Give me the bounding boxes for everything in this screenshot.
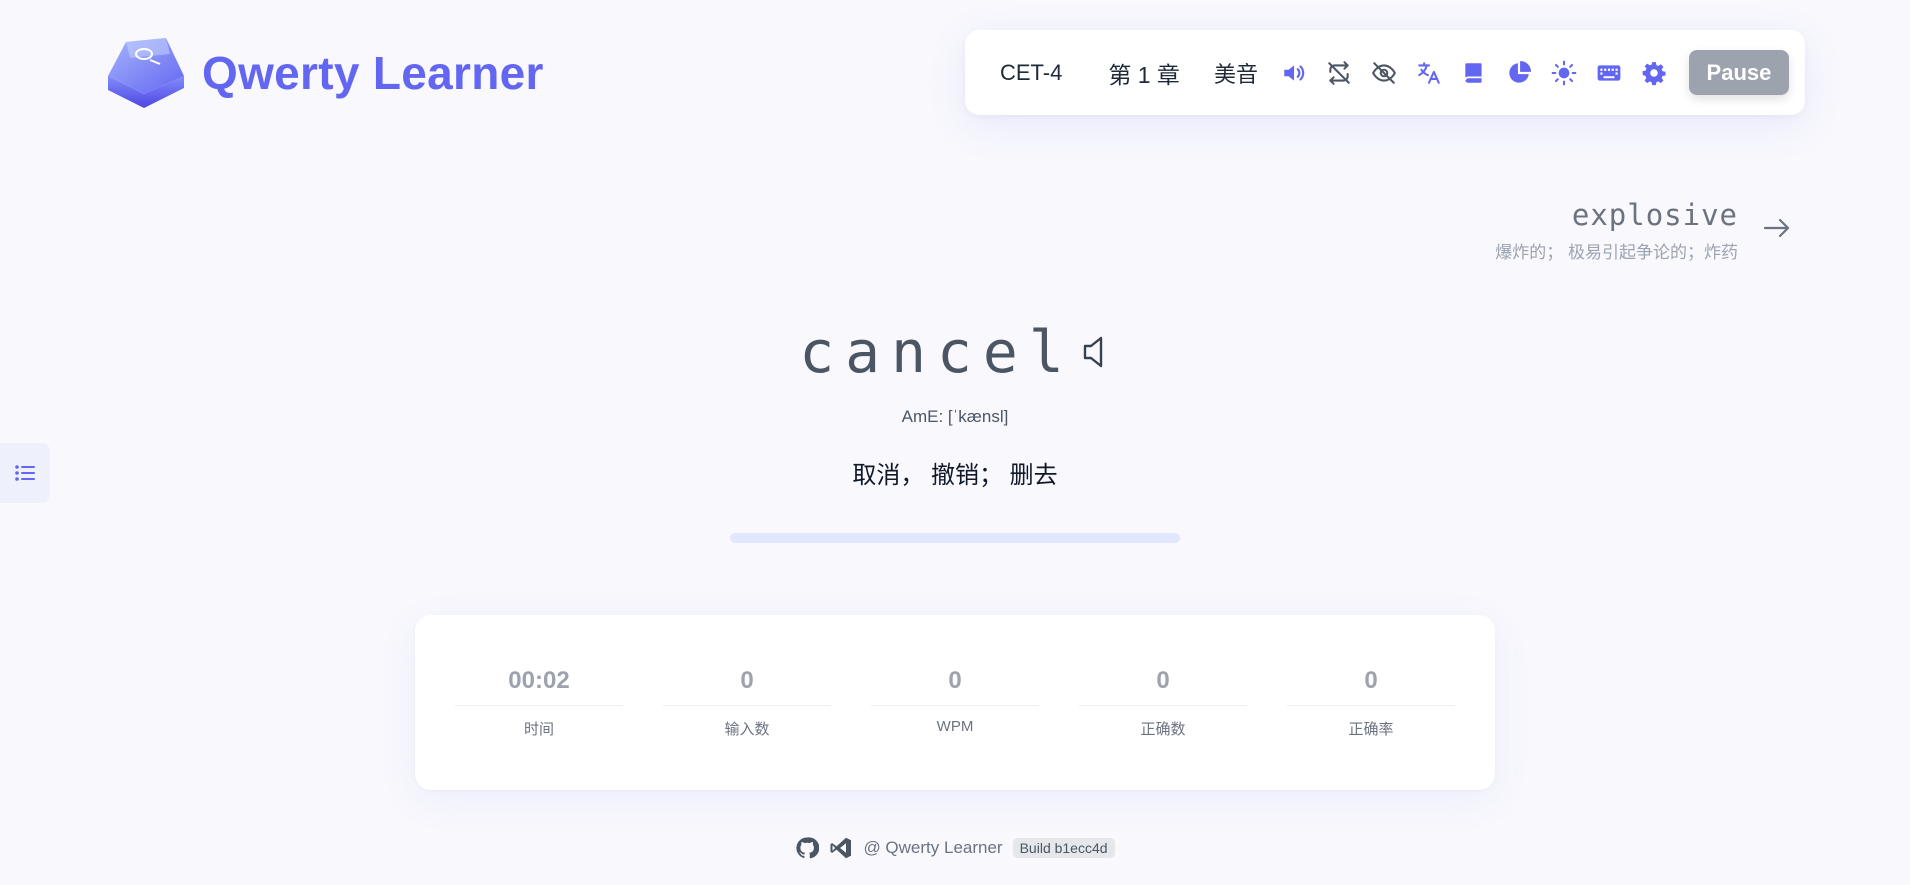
loop-off-icon[interactable] — [1325, 59, 1353, 87]
keyboard-icon[interactable] — [1595, 59, 1623, 87]
stat-label: 正确数 — [1140, 721, 1186, 738]
toolbar: CET-4 第 1 章 美音 Pause — [965, 30, 1805, 115]
sun-icon[interactable] — [1550, 59, 1578, 87]
stats-panel: 00:02 时间 0 输入数 0 WPM 0 正确数 0 正确率 — [415, 615, 1495, 790]
book-icon[interactable] — [1460, 59, 1488, 87]
stat-label: WPM — [936, 718, 974, 735]
volume-icon[interactable] — [1280, 59, 1308, 87]
build-badge: Build b1ecc4d — [1012, 838, 1115, 858]
stat-accuracy: 0 正确率 — [1287, 667, 1455, 790]
stat-correct-count: 0 正确数 — [1079, 667, 1247, 790]
progress-bar — [730, 533, 1180, 543]
current-word-row: cancel — [0, 318, 1910, 386]
stat-time: 00:02 时间 — [455, 667, 623, 790]
footer-credit[interactable]: @ Qwerty Learner — [863, 838, 1002, 858]
dictionary-selector[interactable]: CET-4 — [1000, 60, 1062, 86]
stat-wpm: 0 WPM — [871, 667, 1039, 790]
next-word-text: explosive — [1571, 198, 1738, 232]
keycap-logo-icon — [108, 38, 184, 108]
eye-off-icon[interactable] — [1370, 59, 1398, 87]
footer: @ Qwerty Learner Build b1ecc4d — [0, 836, 1910, 860]
speaker-icon[interactable] — [1079, 332, 1111, 372]
next-word[interactable]: explosive 爆炸的； 极易引起争论的；炸药 — [1495, 198, 1738, 263]
page: Qwerty Learner CET-4 第 1 章 美音 Pause expl… — [0, 0, 1910, 885]
gear-icon[interactable] — [1640, 59, 1668, 87]
word-translation: 取消， 撤销； 删去 — [852, 462, 1058, 489]
phonetic: AmE: [ˈkænsl] — [901, 407, 1009, 426]
stat-value: 00:02 — [455, 667, 623, 706]
stat-value: 0 — [1287, 667, 1455, 706]
app-title: Qwerty Learner — [202, 47, 544, 99]
translate-icon[interactable] — [1415, 59, 1443, 87]
github-icon[interactable] — [795, 836, 820, 860]
vscode-icon[interactable] — [829, 836, 853, 860]
stat-label: 时间 — [523, 721, 554, 738]
pause-button[interactable]: Pause — [1688, 50, 1789, 95]
accent-selector[interactable]: 美音 — [1214, 57, 1258, 89]
stat-value: 0 — [663, 667, 831, 706]
app-logo[interactable]: Qwerty Learner — [104, 36, 544, 110]
stat-value: 0 — [871, 667, 1039, 706]
stat-label: 正确率 — [1348, 721, 1394, 738]
stat-value: 0 — [1079, 667, 1247, 706]
chapter-selector[interactable]: 第 1 章 — [1108, 56, 1180, 90]
stat-input-count: 0 输入数 — [663, 667, 831, 790]
arrow-right-icon[interactable] — [1762, 213, 1792, 243]
current-word: cancel — [799, 318, 1075, 386]
next-word-translation: 爆炸的； 极易引起争论的；炸药 — [1495, 243, 1738, 262]
pie-chart-icon[interactable] — [1505, 59, 1533, 87]
stat-label: 输入数 — [724, 721, 770, 738]
